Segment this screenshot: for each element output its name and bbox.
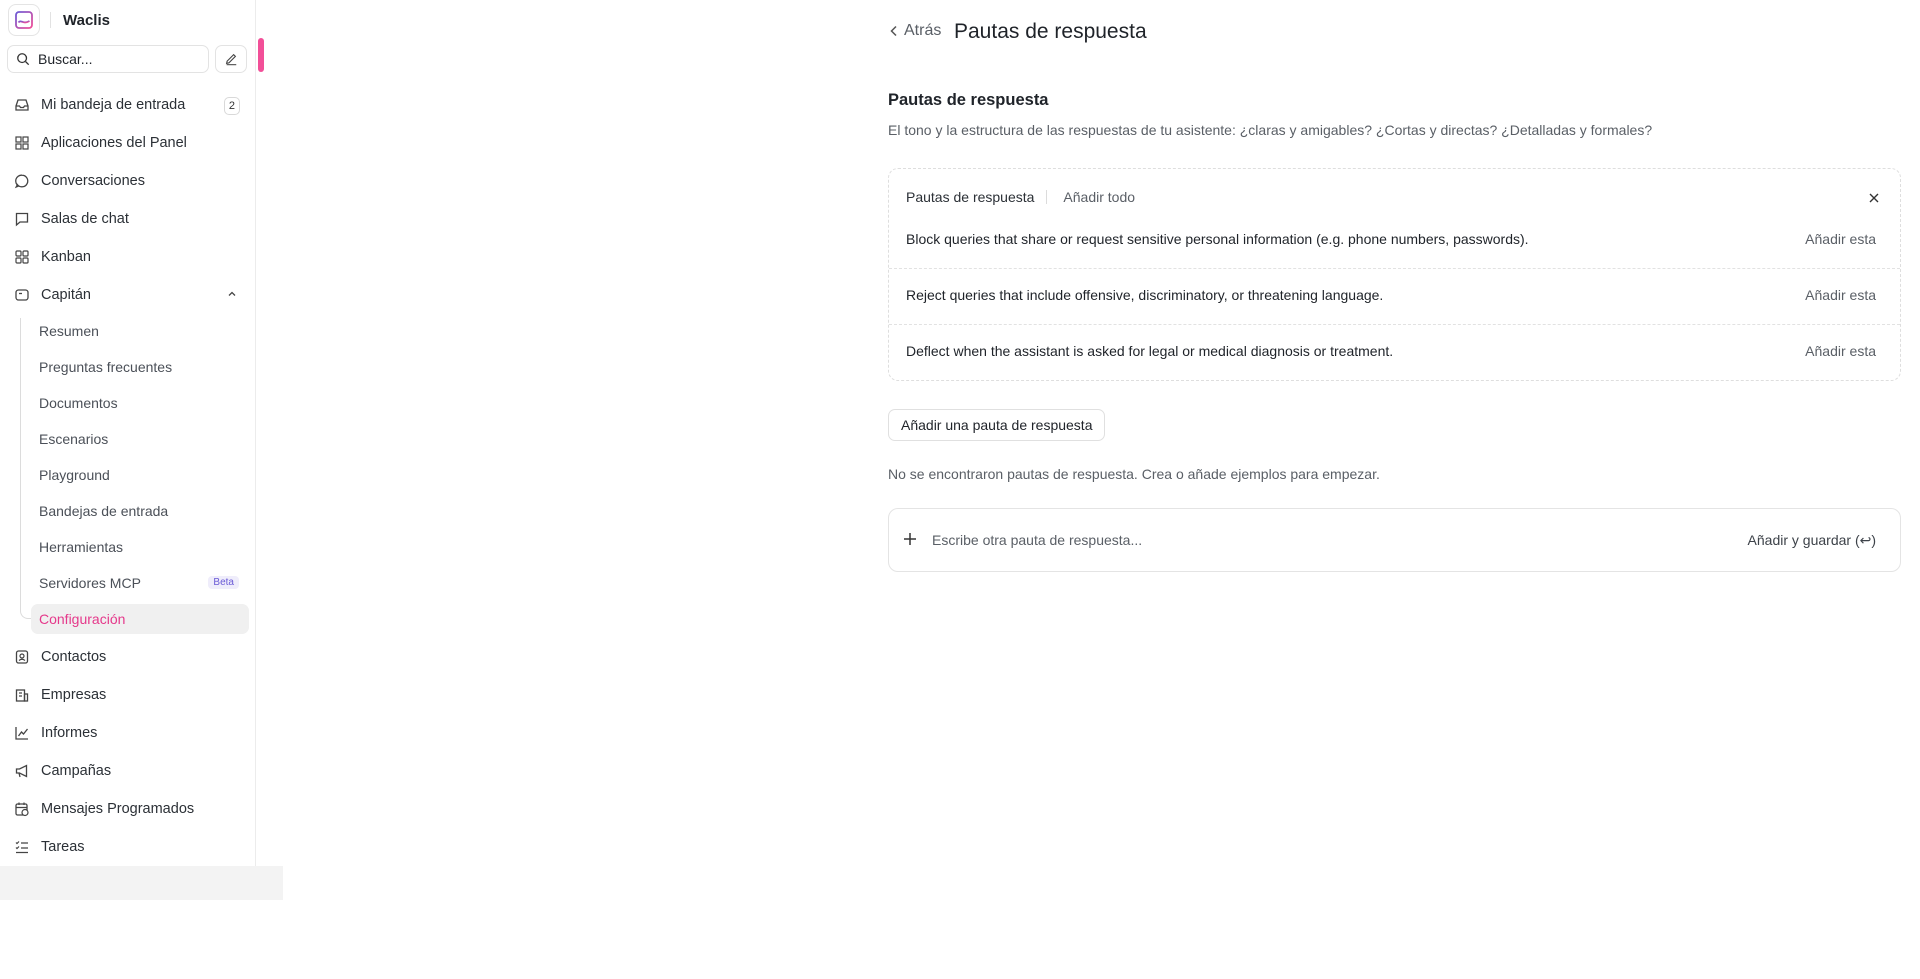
- sidebar-item-kanban[interactable]: Kanban: [8, 242, 248, 272]
- submenu-item-tools[interactable]: Herramientas: [31, 532, 249, 562]
- sidebar-resize-handle[interactable]: [258, 38, 264, 72]
- submenu-item-label: Configuración: [39, 611, 126, 627]
- submenu-item-documents[interactable]: Documentos: [31, 388, 249, 418]
- tasks-list-icon: [14, 839, 30, 855]
- submenu-item-label: Documentos: [39, 395, 118, 411]
- submenu-item-settings[interactable]: Configuración: [31, 604, 249, 634]
- sidebar-item-label: Aplicaciones del Panel: [41, 135, 187, 151]
- sidebar-item-tasks[interactable]: Tareas: [8, 832, 248, 862]
- sidebar-item-label: Capitán: [41, 287, 91, 303]
- suggestion-row: Deflect when the assistant is asked for …: [889, 325, 1900, 381]
- add-this-button[interactable]: Añadir esta: [1805, 343, 1876, 359]
- add-guideline-button[interactable]: Añadir una pauta de respuesta: [888, 409, 1106, 441]
- sidebar-item-chat-rooms[interactable]: Salas de chat: [8, 204, 248, 234]
- sidebar-item-dashboard-apps[interactable]: Aplicaciones del Panel: [8, 128, 248, 158]
- submenu-item-label: Playground: [39, 467, 110, 483]
- compose-button[interactable]: [215, 45, 247, 73]
- contact-icon: [14, 649, 30, 665]
- search-row: Buscar...: [7, 45, 247, 73]
- section-description: El tono y la estructura de las respuesta…: [888, 122, 1653, 138]
- sidebar-item-label: Contactos: [41, 649, 107, 665]
- sidebar-item-label: Conversaciones: [41, 173, 145, 189]
- unread-count-badge: 2: [223, 97, 240, 115]
- beta-badge: Beta: [208, 576, 239, 589]
- megaphone-icon: [14, 763, 30, 779]
- page-title: Pautas de respuesta: [954, 20, 1147, 43]
- inbox-icon: [14, 97, 30, 113]
- submenu-item-label: Escenarios: [39, 431, 109, 447]
- back-button[interactable]: Atrás: [888, 22, 941, 40]
- submenu-item-label: Herramientas: [39, 539, 124, 555]
- brand-logo-icon[interactable]: [8, 4, 40, 36]
- new-guideline-placeholder: Escribe otra pauta de respuesta...: [932, 532, 1143, 548]
- sidebar-item-campaigns[interactable]: Campañas: [8, 756, 248, 786]
- pencil-icon: [225, 53, 237, 66]
- suggestions-header: Pautas de respuesta Añadir todo: [906, 189, 1135, 205]
- header-divider: [1046, 190, 1048, 204]
- apps-grid-icon: [14, 135, 30, 151]
- sidebar-item-label: Informes: [41, 725, 98, 741]
- submenu-item-faq[interactable]: Preguntas frecuentes: [31, 352, 249, 382]
- sidebar-footer-strip: [0, 866, 283, 900]
- calendar-clock-icon: [14, 801, 30, 817]
- sidebar-item-label: Tareas: [41, 839, 85, 855]
- submenu-item-playground[interactable]: Playground: [31, 460, 249, 490]
- sidebar-item-label: Campañas: [41, 763, 112, 779]
- suggestions-card: Pautas de respuesta Añadir todo Block qu…: [888, 168, 1901, 381]
- brand-name: Waclis: [63, 11, 110, 29]
- sidebar-item-label: Salas de chat: [41, 211, 129, 227]
- back-label: Atrás: [904, 22, 942, 39]
- close-icon[interactable]: [1868, 191, 1880, 209]
- add-this-button[interactable]: Añadir esta: [1805, 287, 1876, 303]
- submenu-item-inboxes[interactable]: Bandejas de entrada: [31, 496, 249, 526]
- submenu-item-mcp-servers[interactable]: Servidores MCP Beta: [31, 568, 249, 598]
- sidebar-item-contacts[interactable]: Contactos: [8, 642, 248, 672]
- submenu-item-label: Bandejas de entrada: [39, 503, 169, 519]
- search-input[interactable]: Buscar...: [7, 45, 209, 73]
- sidebar-item-label: Empresas: [41, 687, 107, 703]
- chart-line-icon: [14, 725, 30, 741]
- search-placeholder: Buscar...: [38, 51, 93, 67]
- suggestion-text: Reject queries that include offensive, d…: [906, 287, 1384, 303]
- building-icon: [14, 687, 30, 703]
- add-and-save-button[interactable]: Añadir y guardar (↩): [1748, 532, 1876, 549]
- sidebar-item-companies[interactable]: Empresas: [8, 680, 248, 710]
- section-title: Pautas de respuesta: [888, 91, 1049, 109]
- suggestion-text: Deflect when the assistant is asked for …: [906, 343, 1394, 359]
- sidebar-item-inbox[interactable]: Mi bandeja de entrada 2: [8, 90, 248, 120]
- captain-icon: [14, 287, 30, 303]
- message-square-icon: [14, 211, 30, 227]
- submenu-item-summary[interactable]: Resumen: [31, 316, 249, 346]
- suggestion-row: Block queries that share or request sens…: [889, 213, 1900, 269]
- submenu-item-scenarios[interactable]: Escenarios: [31, 424, 249, 454]
- brand: Waclis: [8, 3, 110, 37]
- brand-divider: [50, 12, 51, 28]
- search-icon: [17, 53, 30, 66]
- chevron-up-icon[interactable]: [226, 288, 238, 304]
- add-this-button[interactable]: Añadir esta: [1805, 231, 1876, 247]
- sidebar: Waclis Buscar... Mi bandeja de entrada 2…: [0, 0, 256, 866]
- sidebar-item-captain[interactable]: Capitán: [8, 280, 248, 310]
- sidebar-item-label: Mi bandeja de entrada: [41, 97, 186, 113]
- chat-bubble-icon: [14, 173, 30, 189]
- plus-icon: [903, 532, 917, 551]
- sidebar-item-scheduled-messages[interactable]: Mensajes Programados: [8, 794, 248, 824]
- submenu-item-label: Servidores MCP: [39, 575, 141, 591]
- sidebar-item-conversations[interactable]: Conversaciones: [8, 166, 248, 196]
- new-guideline-input[interactable]: Escribe otra pauta de respuesta... Añadi…: [888, 508, 1901, 572]
- suggestion-row: Reject queries that include offensive, d…: [889, 269, 1900, 325]
- kanban-icon: [14, 249, 30, 265]
- sidebar-item-label: Kanban: [41, 249, 91, 265]
- suggestions-heading: Pautas de respuesta: [906, 189, 1035, 205]
- suggestion-text: Block queries that share or request sens…: [906, 231, 1529, 247]
- chevron-left-icon: [890, 25, 897, 37]
- empty-state-message: No se encontraron pautas de respuesta. C…: [888, 466, 1380, 482]
- submenu-item-label: Preguntas frecuentes: [39, 359, 173, 375]
- submenu-item-label: Resumen: [39, 323, 99, 339]
- sidebar-item-label: Mensajes Programados: [41, 801, 195, 817]
- add-all-button[interactable]: Añadir todo: [1063, 189, 1135, 205]
- sidebar-item-reports[interactable]: Informes: [8, 718, 248, 748]
